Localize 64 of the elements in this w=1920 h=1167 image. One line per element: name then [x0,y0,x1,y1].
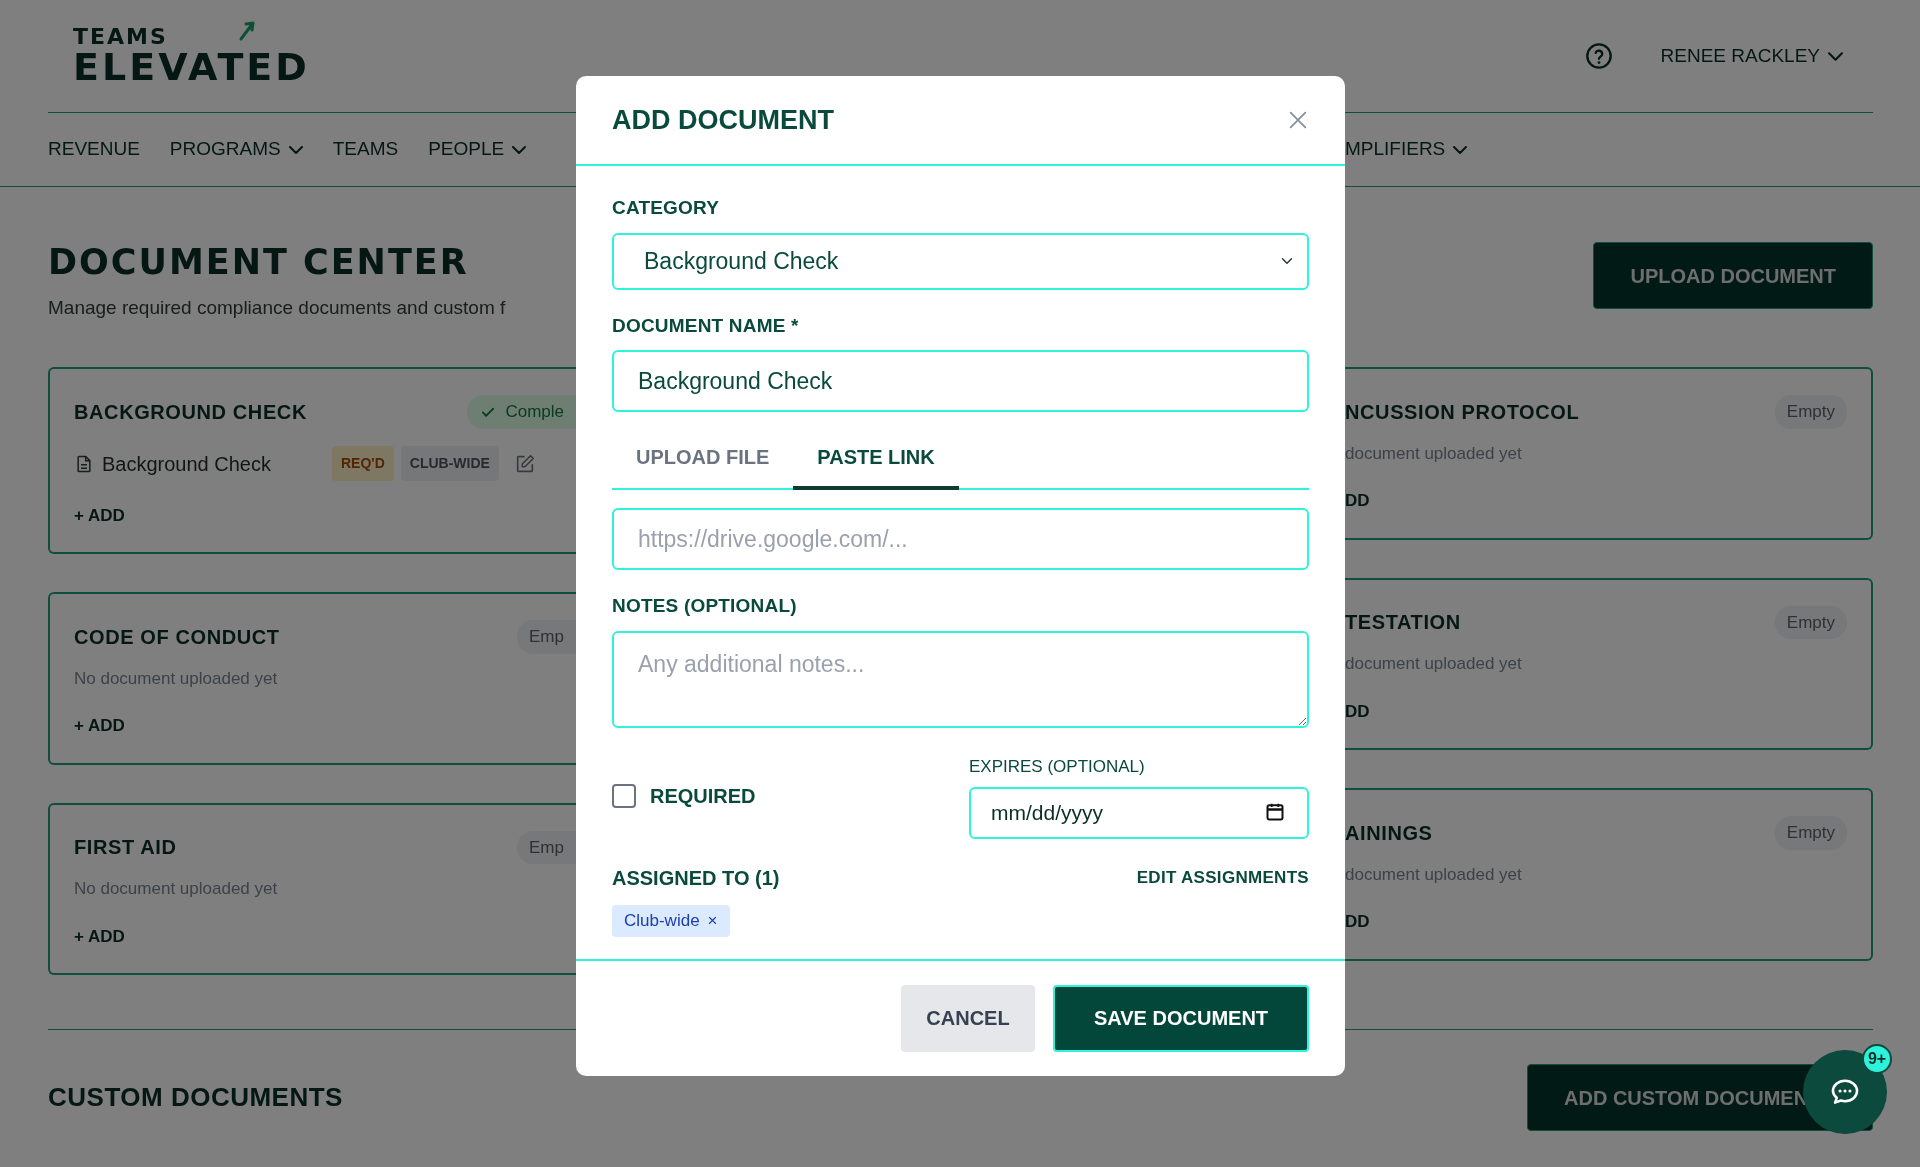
category-select[interactable]: Background Check [612,232,1309,290]
close-icon [1287,109,1309,131]
close-button[interactable] [1287,109,1309,131]
nav-link[interactable]: PROGRAMS [169,135,303,164]
document-name-field[interactable]: Background Check [612,350,1309,412]
nav-link[interactable]: REVENUE [48,135,140,164]
status-badge: Empty [1774,395,1847,429]
page-subtitle: Manage required compliance documents and custom f [48,296,507,320]
chip-label: Club-wide [624,910,700,932]
upload-button[interactable]: UPLOAD DOCUMENT [1593,242,1873,309]
tab[interactable]: UPLOAD FILE [612,426,794,490]
empty-message: No document uploaded yet [74,878,279,900]
card-title: CODE OF CONDUCT [74,624,280,649]
empty-message: document uploaded yet [1345,653,1523,675]
save-button[interactable]: SAVE DOCUMENT [1053,984,1309,1052]
add-link[interactable]: + ADD [74,923,125,949]
chevron-icon [1828,51,1843,61]
add-link[interactable]: DD [1345,488,1370,514]
date-field[interactable]: mm/dd/yyyy [969,787,1309,839]
help-icon[interactable] [1584,42,1613,70]
card-title: TESTATION [1345,610,1461,635]
nav-link[interactable]: PEOPLE [428,135,527,164]
notification-badge: 9+ [1862,1044,1892,1074]
card-title: NCUSSION PROTOCOL [1345,399,1580,424]
card-title: AININGS [1345,820,1433,845]
dialog-title: ADD DOCUMENT [612,103,834,137]
tag: REQ'D [332,446,394,481]
page-title: DOCUMENT CENTER [48,245,470,280]
nav-link[interactable]: MPLIFIERS [1345,135,1468,164]
checkbox-label: REQUIRED [650,784,756,810]
field-label: NOTES (OPTIONAL) [612,594,798,618]
add-link[interactable]: DD [1345,698,1370,724]
cancel-button[interactable]: CANCEL [901,984,1035,1052]
edit-assignments-link[interactable]: EDIT ASSIGNMENTS [1136,865,1309,891]
tab[interactable]: PASTE LINK [793,426,959,490]
empty-message: document uploaded yet [1345,442,1523,465]
status-badge: Emp [517,830,576,864]
card-title: BACKGROUND CHECK [74,399,307,424]
status-badge: Empty [1774,605,1847,639]
empty-message: document uploaded yet [1345,863,1523,886]
link-field[interactable]: https://drive.google.com/... [612,508,1309,570]
add-link[interactable]: DD [1345,909,1370,935]
calendar-icon[interactable] [1265,801,1285,823]
add-link[interactable]: + ADD [74,502,125,528]
tag: CLUB-WIDE [400,446,499,481]
field-label: EXPIRES (OPTIONAL) [969,755,1146,778]
field-label: DOCUMENT NAME * [612,313,800,338]
section-title: CUSTOM DOCUMENTS [48,1081,344,1114]
logo-text: TEAMS [73,26,168,48]
nav-link[interactable]: TEAMS [332,135,399,164]
status-badge: Emp [517,620,576,654]
notes-field[interactable]: Any additional notes... [612,630,1309,728]
add-link[interactable]: + ADD [74,713,125,739]
field-label: ASSIGNED TO (1) [612,866,780,891]
logo-text: ELEVATED [73,48,310,86]
empty-message: No document uploaded yet [74,667,279,690]
card-title: FIRST AID [74,835,177,860]
required-checkbox[interactable] [612,784,636,809]
status-badge: Empty [1774,816,1847,850]
remove-button[interactable]: × [707,912,718,930]
user-menu[interactable]: RENEE RACKLEY [1660,41,1843,71]
document-name: Background Check [102,451,272,477]
field-label: CATEGORY [612,196,721,220]
status-badge: Comple [467,395,576,429]
